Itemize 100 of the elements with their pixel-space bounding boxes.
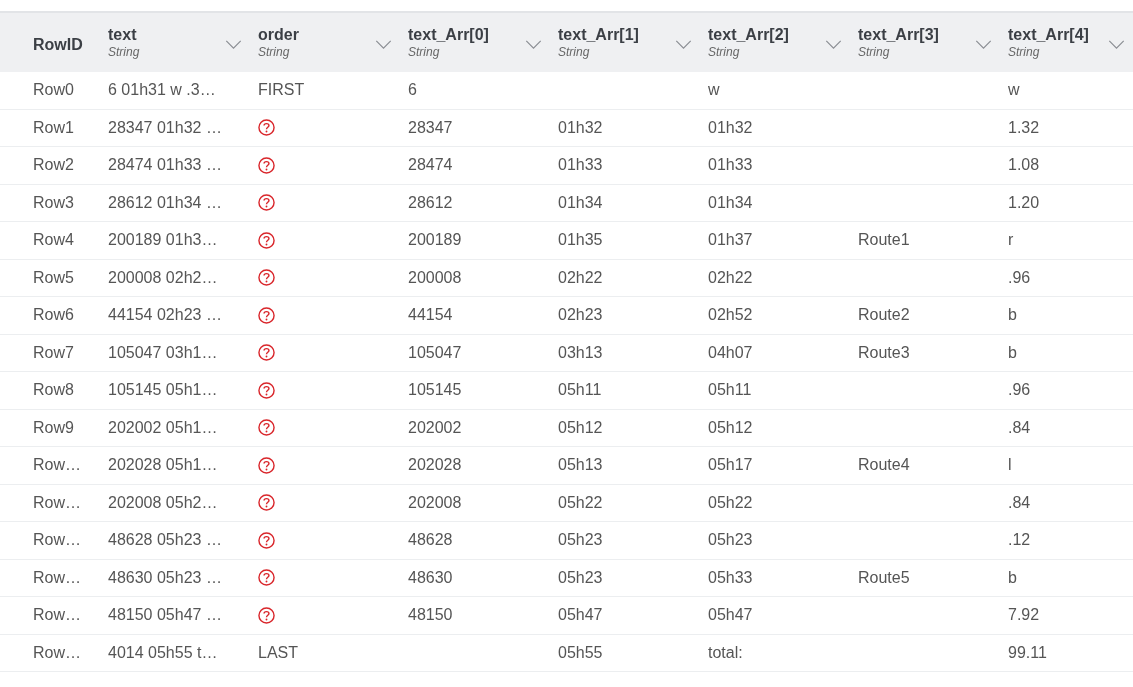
table-cell: 4014 05h55 t… (108, 643, 218, 662)
table-cell: 05h11 (558, 381, 602, 400)
row-id: Row… (33, 568, 81, 587)
table-cell: 03h13 (558, 343, 603, 362)
column-title: RowID (33, 35, 83, 54)
table-cell: b (1008, 343, 1017, 362)
table-cell: 202028 05h1… (108, 456, 218, 475)
table-cell: 105145 (408, 381, 462, 400)
table-cell: 7.92 (1008, 606, 1040, 625)
table-cell: 02h22 (558, 268, 603, 287)
table-cell: .96 (1008, 381, 1031, 400)
column-type: String (708, 45, 741, 59)
question-circle-icon (258, 231, 275, 249)
column-title: text (108, 26, 138, 44)
table-cell: 02h52 (708, 306, 753, 325)
table-cell: 05h12 (708, 418, 753, 437)
table-cell: 05h33 (708, 568, 753, 587)
table-cell: 05h47 (708, 606, 753, 625)
table-cell: Route2 (858, 306, 910, 325)
table-cell: 01h33 (708, 156, 753, 175)
table-cell: 05h55 (558, 643, 603, 662)
table-cell: 202002 05h1… (108, 418, 218, 437)
row-id: Row… (33, 531, 81, 550)
table-cell: Route1 (858, 231, 910, 250)
column-type: String (258, 45, 291, 59)
question-circle-icon (258, 119, 275, 137)
row-id: Row4 (33, 231, 74, 250)
table-cell: 6 (408, 81, 417, 100)
question-circle-icon (258, 531, 275, 549)
table-cell: total: (708, 643, 743, 662)
table-cell: 05h22 (558, 493, 603, 512)
table-cell: 48150 05h47 … (108, 606, 222, 625)
table-cell: 44154 (408, 306, 453, 325)
table-cell: 05h11 (708, 381, 752, 400)
table-cell: 1.20 (1008, 193, 1040, 212)
caret-icon[interactable] (975, 40, 992, 49)
table-cell: 105145 05h1… (108, 381, 218, 400)
table-cell: b (1008, 568, 1017, 587)
column-title: text_Arr[1] (558, 26, 639, 44)
caret-icon[interactable] (375, 40, 392, 49)
table-cell: 05h23 (558, 531, 603, 550)
table-cell: .84 (1008, 493, 1031, 512)
row-id: Row… (33, 643, 81, 662)
caret-icon[interactable] (825, 40, 842, 49)
table-cell: 28612 (408, 193, 453, 212)
question-circle-icon (258, 456, 275, 474)
table-cell: 05h13 (558, 456, 603, 475)
table-cell: 105047 03h1… (108, 343, 218, 362)
table-cell: w (1008, 81, 1020, 100)
table-cell: 200008 02h2… (108, 268, 218, 287)
table-cell: b (1008, 306, 1017, 325)
table-cell: 01h33 (558, 156, 603, 175)
table-cell: 48150 (408, 606, 453, 625)
row-id: Row8 (33, 381, 74, 400)
table-cell: 202002 (408, 418, 462, 437)
row-id: Row5 (33, 268, 74, 287)
column-type: String (558, 45, 591, 59)
table-cell: r (1008, 231, 1014, 250)
caret-icon[interactable] (525, 40, 542, 49)
table-cell: 01h32 (708, 118, 753, 137)
row-id: Row… (33, 456, 81, 475)
caret-icon[interactable] (675, 40, 692, 49)
question-circle-icon (258, 156, 275, 174)
row-id: Row9 (33, 418, 74, 437)
table-cell: .12 (1008, 531, 1031, 550)
caret-icon[interactable] (1108, 40, 1125, 49)
table-cell: .84 (1008, 418, 1031, 437)
table-cell: 05h23 (708, 531, 753, 550)
column-type: String (108, 45, 140, 59)
question-circle-icon (258, 194, 275, 212)
question-circle-icon (258, 606, 275, 624)
table-cell: 04h07 (708, 343, 753, 362)
table-cell: 01h34 (708, 193, 753, 212)
table-cell: Route4 (858, 456, 910, 475)
caret-icon[interactable] (225, 40, 242, 49)
table-cell: 05h23 (558, 568, 603, 587)
table-cell: 202008 05h2… (108, 493, 218, 512)
table-cell: 28347 01h32 … (108, 118, 222, 137)
table-cell: 6 01h31 w .3… (108, 81, 216, 100)
question-circle-icon (258, 269, 275, 287)
table-cell: w (708, 81, 720, 100)
column-title: text_Arr[4] (1008, 26, 1089, 44)
table-cell: 48630 (408, 568, 453, 587)
row-id: Row… (33, 606, 81, 625)
table-cell: 48630 05h23 … (108, 568, 222, 587)
table-cell: LAST (258, 643, 298, 662)
table-cell: 01h32 (558, 118, 603, 137)
table-cell: l (1008, 456, 1012, 475)
table-cell: 02h22 (708, 268, 753, 287)
row-id: Row3 (33, 193, 74, 212)
row-id: Row1 (33, 118, 74, 137)
table-cell: 200189 01h3… (108, 231, 218, 250)
table-cell: 200189 (408, 231, 462, 250)
table-cell: 28474 01h33 … (108, 156, 222, 175)
table-cell: 48628 05h23 … (108, 531, 222, 550)
table-cell: 05h17 (708, 456, 753, 475)
table-cell: 01h35 (558, 231, 603, 250)
table-cell: 05h12 (558, 418, 603, 437)
column-title: text_Arr[0] (408, 26, 489, 44)
table-cell: 1.32 (1008, 118, 1040, 137)
